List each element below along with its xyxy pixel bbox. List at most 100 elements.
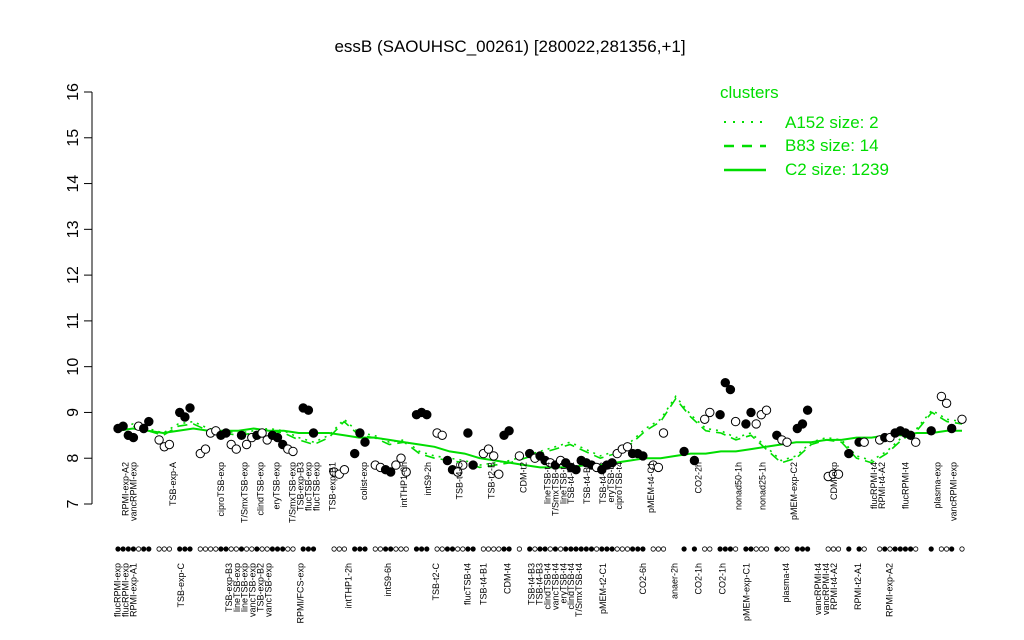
rug-mark: [413, 546, 420, 552]
sample-point: [725, 384, 736, 395]
sample-point: [200, 444, 211, 454]
rug-mark: [753, 546, 759, 552]
sample-label: TSB-exp-A: [168, 462, 178, 506]
rug-mark: [310, 546, 317, 552]
rug-mark: [835, 546, 842, 552]
sample-label: anaer-2h: [670, 563, 680, 599]
rug-mark: [388, 546, 394, 552]
rug-mark: [305, 546, 311, 552]
rug-mark: [156, 546, 162, 552]
expression-chart: essB (SAOUHSC_00261) [280022,281356,+1] …: [65, 37, 967, 624]
sample-label: nonad50-1h: [733, 462, 743, 510]
rug-mark: [197, 546, 203, 552]
sample-point: [911, 437, 921, 447]
rug-mark: [763, 546, 770, 552]
rug-mark: [444, 546, 450, 552]
rug-mark: [269, 546, 275, 552]
rug-mark: [681, 546, 687, 552]
rug-mark: [120, 546, 126, 552]
rug-mark: [393, 546, 399, 552]
rug-mark: [943, 546, 950, 552]
y-tick-label: 14: [65, 175, 82, 193]
rug-mark: [707, 546, 713, 552]
sample-label: clindTSB-exp: [256, 462, 266, 516]
rug-mark: [732, 546, 739, 552]
y-tick-label: 8: [65, 454, 82, 463]
rug-mark: [130, 546, 136, 552]
rug-mark: [470, 546, 476, 552]
rug-mark: [280, 546, 286, 552]
sample-point: [463, 428, 473, 438]
rug-mark: [264, 546, 270, 552]
rug-mark: [146, 546, 152, 552]
sample-point: [350, 448, 360, 459]
rug-mark: [161, 546, 167, 552]
rug-mark: [398, 546, 404, 552]
rug-mark: [285, 546, 291, 552]
sample-point: [941, 398, 952, 408]
sample-label: CO2-6h: [638, 563, 648, 595]
sample-label: intS9-2h: [423, 462, 433, 496]
rug-mark: [578, 546, 584, 552]
rug-mark: [619, 546, 625, 552]
rug-mark: [758, 546, 764, 552]
y-tick-label: 15: [65, 129, 82, 147]
sample-point: [679, 446, 689, 457]
rug-mark: [599, 546, 605, 552]
sample-point: [705, 407, 715, 418]
rug-mark: [274, 546, 281, 552]
sample-label: eryTSB-exp: [272, 462, 282, 510]
sample-point: [802, 405, 813, 415]
rug-mark: [635, 546, 641, 552]
rug-mark: [202, 546, 209, 552]
rug-mark: [434, 546, 440, 552]
sample-label: TSB-t4-B2: [566, 462, 576, 504]
sample-label: RPMI-exp-A2: [885, 563, 895, 617]
rug-mark: [352, 546, 358, 552]
rug-mark: [655, 546, 662, 552]
rug-mark: [557, 546, 564, 552]
sample-point: [339, 465, 350, 475]
rug-mark: [877, 546, 883, 552]
sample-point: [782, 437, 792, 447]
rug-mark: [166, 546, 172, 552]
rug-mark: [527, 546, 533, 552]
rug-mark: [125, 546, 131, 552]
rug-mark: [357, 546, 363, 552]
sample-point: [947, 423, 957, 434]
rug-mark: [547, 546, 553, 552]
rug-mark: [604, 546, 610, 552]
sample-label: TSB-t2-B: [487, 462, 497, 499]
rug-mark: [804, 546, 811, 552]
rug-mark: [588, 546, 595, 552]
rug-mark: [424, 546, 430, 552]
sample-label: RPMI-t2-A1: [853, 563, 863, 610]
rug-mark: [532, 546, 538, 552]
legend-label-a152: A152 size: 2: [785, 113, 879, 132]
sample-point: [221, 428, 231, 438]
sample-point: [128, 432, 139, 443]
y-tick-label: 16: [65, 83, 82, 101]
sample-label: RPMI/FCS-exp: [295, 563, 305, 624]
sample-point: [741, 419, 751, 429]
sample-point: [180, 412, 190, 422]
rug-mark: [439, 546, 445, 552]
rug-mark: [542, 546, 548, 552]
legend-label-c2: C2 size: 1239: [785, 160, 889, 179]
rug-mark: [913, 546, 919, 552]
rug-mark: [959, 546, 965, 552]
sample-label: flucTSB-t4: [463, 563, 473, 605]
chart-title: essB (SAOUHSC_00261) [280022,281356,+1]: [334, 37, 685, 56]
rug-mark: [233, 546, 239, 552]
sample-label: vancRPMI-exp: [128, 462, 138, 521]
rug-mark: [573, 546, 579, 552]
sample-label: CO2-1h: [694, 563, 704, 595]
sample-label: intTHP1-0h: [399, 462, 409, 508]
sample-point: [396, 453, 406, 463]
rug-mark: [856, 546, 862, 552]
rug-mark: [208, 546, 214, 552]
sample-point: [442, 455, 453, 466]
rug-mark: [249, 546, 255, 552]
rug-mark: [825, 546, 831, 552]
rug-mark: [774, 546, 780, 552]
